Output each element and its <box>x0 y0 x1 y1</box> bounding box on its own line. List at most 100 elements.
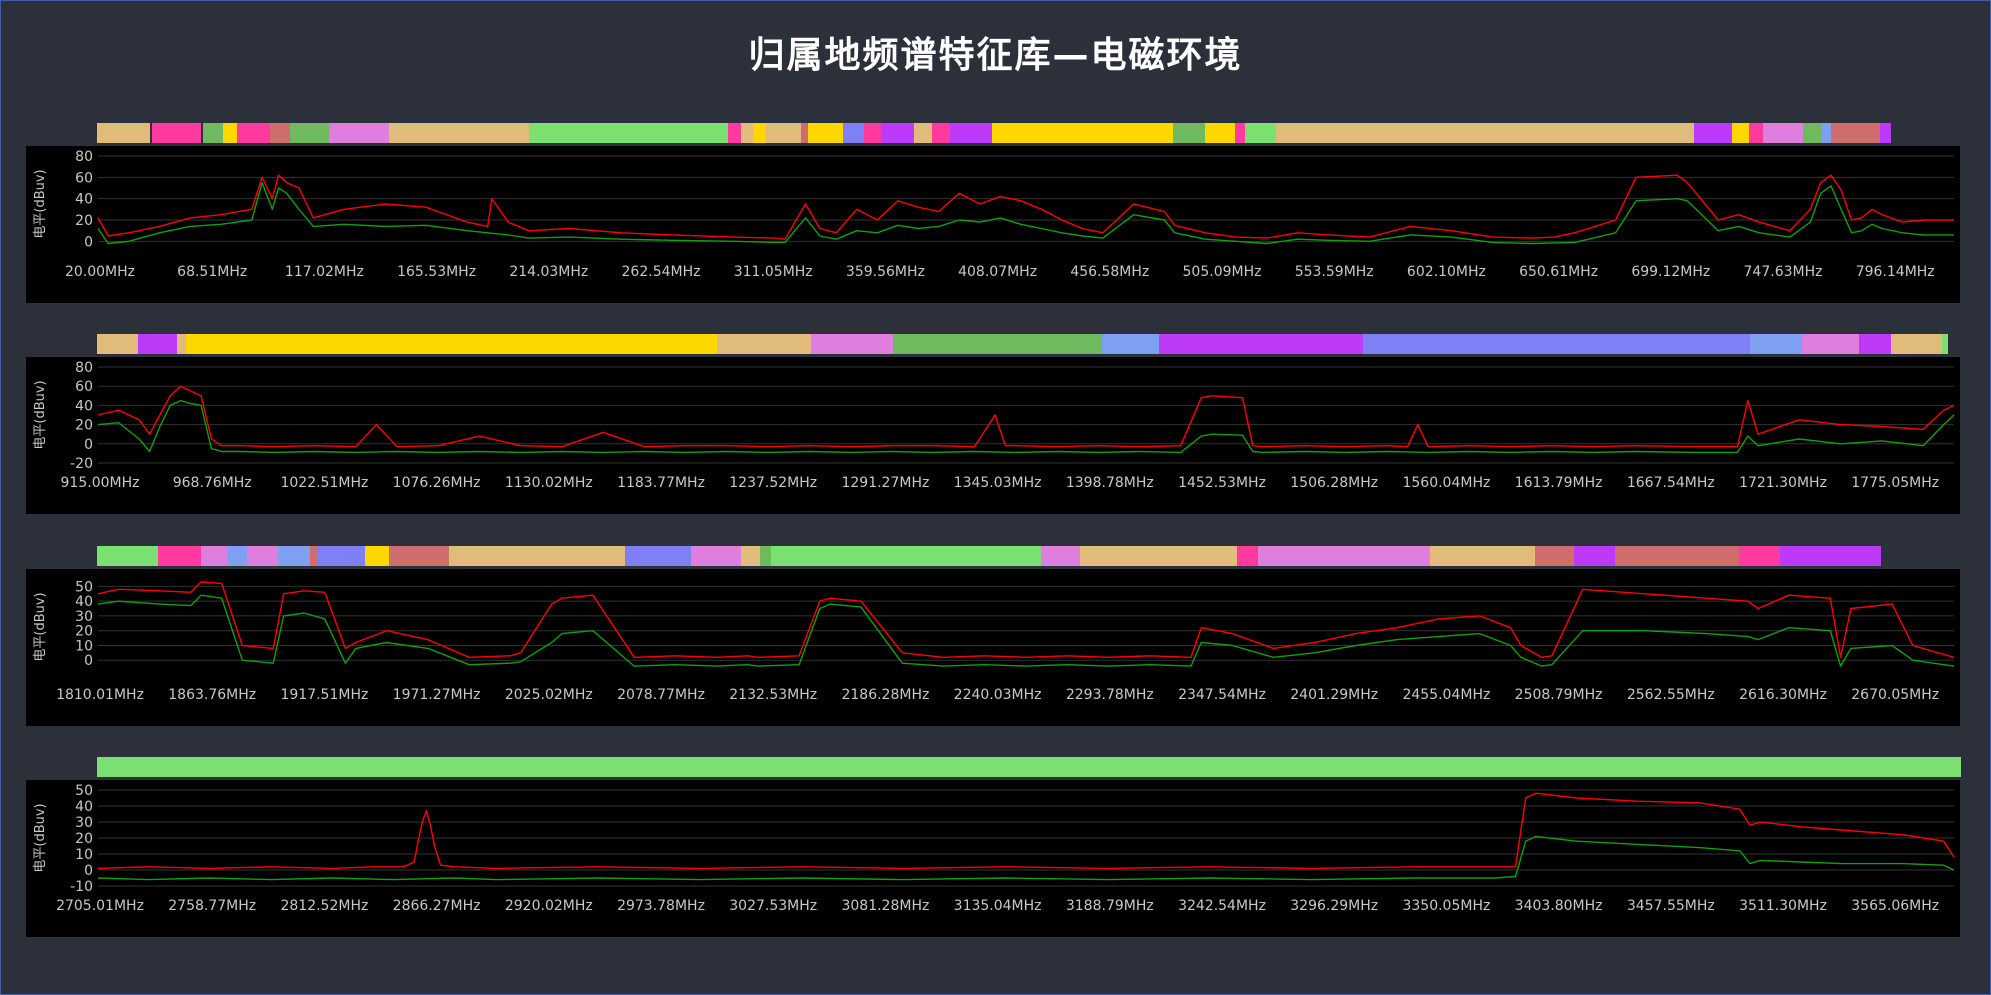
x-tick-label: 650.61MHz <box>1519 264 1598 280</box>
x-tick-label: 3457.55MHz <box>1627 898 1715 914</box>
band-segment <box>529 123 728 143</box>
band-allocation-bar-2 <box>97 334 1948 354</box>
y-tick-label: -10 <box>70 879 93 895</box>
band-segment <box>328 123 389 143</box>
band-segment <box>97 546 159 566</box>
y-tick-label: 40 <box>75 398 93 414</box>
band-segment <box>1803 123 1822 143</box>
x-tick-label: 214.03MHz <box>509 264 588 280</box>
x-tick-label: 2240.03MHz <box>954 687 1042 703</box>
x-tick-label: 968.76MHz <box>173 475 252 491</box>
band-segment <box>365 546 390 566</box>
x-tick-label: 2508.79MHz <box>1515 687 1603 703</box>
band-segment <box>290 123 329 143</box>
band-segment <box>740 123 754 143</box>
band-segment <box>388 123 530 143</box>
series-line-avg <box>97 835 1955 881</box>
y-tick-label: -20 <box>70 456 93 472</box>
band-segment <box>1535 546 1575 566</box>
x-tick-label: 3296.29MHz <box>1290 898 1378 914</box>
series-line-max <box>97 385 1955 448</box>
band-segment <box>1763 123 1804 143</box>
band-segment <box>97 757 1961 777</box>
x-tick-label: 553.59MHz <box>1295 264 1374 280</box>
band-segment <box>278 546 310 566</box>
band-segment <box>1159 334 1364 354</box>
x-tick-label: 1291.27MHz <box>841 475 929 491</box>
x-tick-label: 3350.05MHz <box>1402 898 1490 914</box>
x-tick-label: 1667.54MHz <box>1627 475 1715 491</box>
band-segment <box>1172 123 1206 143</box>
band-segment <box>1276 123 1694 143</box>
x-tick-label: 2670.05MHz <box>1851 687 1939 703</box>
x-tick-label: 2562.55MHz <box>1627 687 1715 703</box>
y-axis-label: 电平(dBuv) <box>33 380 48 449</box>
x-tick-label: 3027.53MHz <box>729 898 817 914</box>
y-tick-label: 20 <box>75 418 93 434</box>
y-tick-label: 80 <box>75 360 93 376</box>
y-tick-label: 50 <box>75 783 93 799</box>
x-tick-label: 456.58MHz <box>1070 264 1149 280</box>
y-tick-label: 40 <box>75 594 93 610</box>
y-tick-label: 60 <box>75 379 93 395</box>
band-segment <box>1801 334 1860 354</box>
band-segment <box>270 123 291 143</box>
x-tick-label: 602.10MHz <box>1407 264 1486 280</box>
y-tick-label: 60 <box>75 170 93 186</box>
spectrum-svg: -20 0 20 40 60 80 电平(dBuv) 915.00MHz 968.76MHz 10… <box>33 360 1955 491</box>
band-segment <box>97 123 150 143</box>
y-tick-label: 40 <box>75 799 93 815</box>
band-allocation-bar-4 <box>97 757 1961 777</box>
band-segment <box>202 123 223 143</box>
band-segment <box>1890 334 1943 354</box>
y-tick-label: 40 <box>75 192 93 208</box>
band-allocation-bar-1 <box>97 123 1920 143</box>
band-segment <box>1942 334 1948 354</box>
x-tick-label: 2186.28MHz <box>841 687 929 703</box>
x-tick-label: 2920.02MHz <box>505 898 593 914</box>
y-tick-label: 20 <box>75 831 93 847</box>
y-tick-label: 10 <box>75 847 93 863</box>
x-tick-label: 3565.06MHz <box>1851 898 1939 914</box>
x-tick-label: 68.51MHz <box>177 264 247 280</box>
spectrum-svg: 01020304050 电平(dBuv) 1810.01MHz 1863.76MHz 1… <box>33 579 1955 703</box>
x-tick-label: 359.56MHz <box>846 264 925 280</box>
band-segment <box>931 123 951 143</box>
y-tick-label: 0 <box>84 437 93 453</box>
x-tick-label: 1721.30MHz <box>1739 475 1827 491</box>
y-tick-label: 0 <box>84 863 93 879</box>
band-segment <box>1821 123 1831 143</box>
band-segment <box>151 123 201 143</box>
spectrum-chart-3: 0 10 20 30 40 50 电平(dBuv) 1810.01MHz 1863.76MHz 1… <box>26 569 1960 726</box>
band-segment <box>1363 334 1750 354</box>
band-segment <box>1738 546 1780 566</box>
spectrum-svg: 0 20 40 60 80 电平(dBuv) 20.00MHz 68.51MHz 117.02M… <box>33 149 1954 280</box>
x-tick-label: 915.00MHz <box>61 475 140 491</box>
x-tick-label: 1022.51MHz <box>280 475 368 491</box>
x-tick-label: 1130.02MHz <box>505 475 593 491</box>
x-tick-label: 20.00MHz <box>65 264 135 280</box>
band-segment <box>1079 546 1238 566</box>
x-tick-label: 1775.05MHz <box>1851 475 1939 491</box>
x-tick-label: 117.02MHz <box>285 264 364 280</box>
band-segment <box>389 546 449 566</box>
x-tick-label: 262.54MHz <box>622 264 701 280</box>
band-segment <box>753 123 767 143</box>
x-tick-label: 3135.04MHz <box>954 898 1042 914</box>
band-segment <box>800 123 808 143</box>
band-segment <box>1245 123 1277 143</box>
band-segment <box>759 546 771 566</box>
band-allocation-bar-3 <box>97 546 1948 566</box>
x-tick-label: 1810.01MHz <box>56 687 144 703</box>
y-tick-label: 50 <box>75 579 93 595</box>
spectrum-chart-2: -20 0 20 40 60 80 电平(dBuv) 915.00MHz 968.76MHz 10… <box>26 357 1960 514</box>
x-tick-label: 3242.54MHz <box>1178 898 1266 914</box>
band-segment <box>1257 546 1430 566</box>
x-tick-label: 1076.26MHz <box>393 475 481 491</box>
x-tick-label: 1917.51MHz <box>280 687 368 703</box>
y-axis-label: 电平(dBuv) <box>33 592 48 661</box>
x-tick-label: 165.53MHz <box>397 264 476 280</box>
x-tick-label: 2293.78MHz <box>1066 687 1154 703</box>
band-segment <box>1779 546 1882 566</box>
band-segment <box>1237 546 1258 566</box>
